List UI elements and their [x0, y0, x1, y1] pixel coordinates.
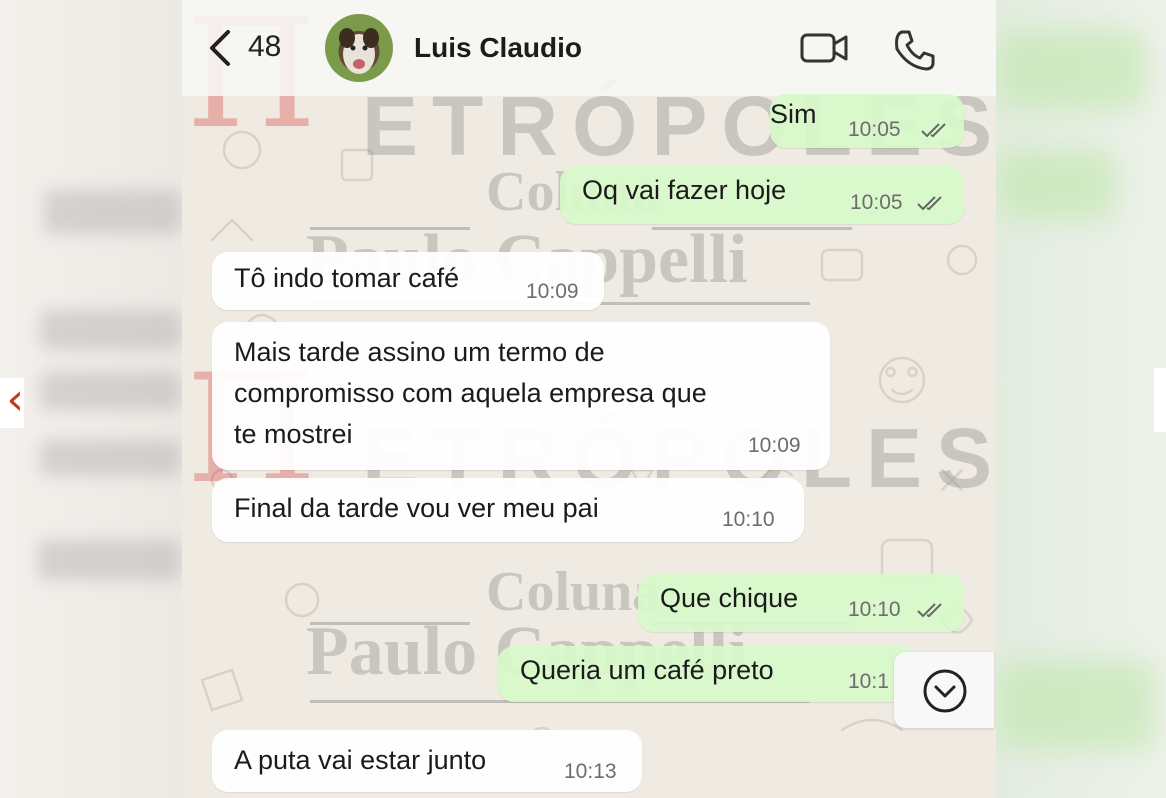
blurred-bubble	[996, 30, 1146, 110]
blurred-text	[40, 440, 182, 476]
blurred-background-right	[996, 0, 1166, 798]
chat-header: 48 Luis Claudio	[182, 0, 996, 96]
message-line: te mostrei	[234, 419, 353, 449]
message-line: compromisso com aquela empresa que	[234, 378, 707, 408]
message-line: Mais tarde assino um termo de	[234, 337, 605, 367]
contact-name[interactable]: Luis Claudio	[414, 32, 582, 64]
message-incoming[interactable]: Mais tarde assino um termo de compromiss…	[212, 322, 830, 470]
blurred-bubble	[996, 150, 1116, 220]
message-outgoing[interactable]: Sim 10:05	[770, 94, 964, 148]
message-text: Queria um café preto	[520, 655, 774, 685]
message-text: Final da tarde vou ver meu pai	[234, 493, 599, 523]
blurred-background-left	[0, 0, 182, 798]
message-incoming[interactable]: A puta vai estar junto 10:13	[212, 730, 642, 792]
message-outgoing[interactable]: Oq vai fazer hoje 10:05	[560, 166, 964, 224]
blurred-text	[40, 372, 182, 410]
message-outgoing[interactable]: Que chique 10:10	[638, 574, 964, 632]
chevron-down-circle-icon	[923, 669, 967, 713]
message-time: 10:09	[748, 434, 801, 457]
double-check-icon	[917, 603, 942, 618]
chat-screen: Π ETRÓPOLES Coluna Paulo Cappelli Π ETRÓ…	[182, 0, 996, 798]
chevron-left-icon[interactable]	[206, 28, 234, 68]
message-time: 10:09	[526, 280, 579, 303]
message-incoming[interactable]: Final da tarde vou ver meu pai 10:10	[212, 478, 804, 542]
watermark-rule	[310, 622, 470, 625]
gallery-prev-arrow-icon[interactable]: ‹	[0, 378, 24, 428]
gallery-next-edge[interactable]	[1154, 368, 1166, 432]
double-check-icon	[921, 123, 946, 138]
message-time: 10:10	[848, 598, 901, 621]
unread-count[interactable]: 48	[248, 30, 281, 64]
message-outgoing[interactable]: Queria um café preto 10:1	[498, 646, 918, 702]
message-time: 10:05	[850, 191, 903, 214]
blurred-text	[38, 540, 182, 580]
message-time: 10:13	[564, 760, 617, 783]
message-text: Oq vai fazer hoje	[582, 175, 787, 205]
scroll-to-bottom-button[interactable]	[894, 652, 994, 728]
watermark-rule	[652, 227, 852, 230]
message-time: 10:05	[848, 118, 901, 141]
message-text: Mais tarde assino um termo de compromiss…	[234, 332, 707, 455]
message-text: Tô indo tomar café	[234, 263, 460, 293]
message-incoming[interactable]: Tô indo tomar café 10:09	[212, 252, 604, 310]
blurred-text	[44, 190, 182, 234]
watermark-rule	[310, 227, 470, 230]
message-text: Que chique	[660, 583, 799, 613]
avatar[interactable]	[325, 14, 393, 82]
message-text: Sim	[770, 99, 817, 129]
blurred-bubble	[996, 660, 1156, 750]
blurred-text	[40, 310, 182, 350]
double-check-icon	[917, 196, 942, 211]
video-camera-icon[interactable]	[800, 28, 850, 68]
message-time: 10:10	[722, 508, 775, 531]
message-time: 10:1	[848, 670, 889, 693]
message-text: A puta vai estar junto	[234, 745, 487, 775]
phone-icon[interactable]	[892, 28, 936, 72]
